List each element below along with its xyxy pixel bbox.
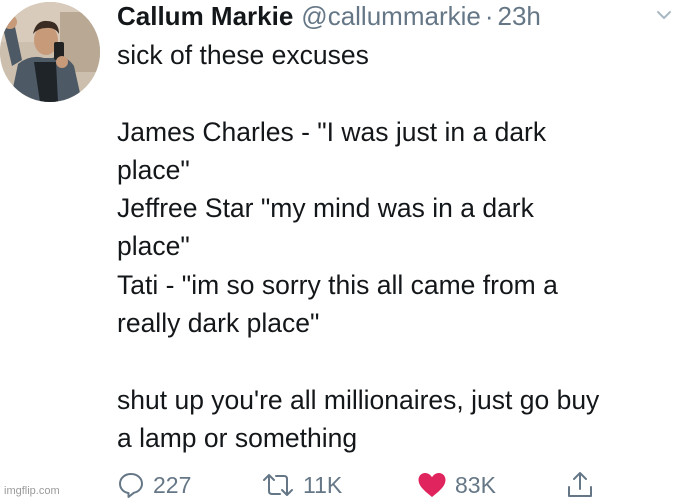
heart-icon <box>417 471 447 499</box>
tweet-line: sick of these excuses <box>117 40 369 70</box>
reply-button[interactable]: 227 <box>117 470 191 500</box>
user-handle[interactable]: @callummarkie <box>301 0 481 32</box>
chevron-down-icon[interactable] <box>656 8 672 20</box>
tweet-line: Tati - "im so sorry this all came from a <box>117 269 558 300</box>
retweet-icon <box>261 471 295 499</box>
tweet-header: Callum Markie @callummarkie · 23h <box>117 0 541 32</box>
reply-icon <box>117 471 145 499</box>
like-count: 83K <box>455 471 496 498</box>
tweet-line: James Charles - "I was just in a dark <box>117 116 547 147</box>
tweet-line: place" <box>117 154 190 185</box>
tweet-line: really dark place" <box>117 308 320 339</box>
share-button[interactable] <box>565 470 595 500</box>
tweet-line: a lamp or something <box>117 422 358 453</box>
retweet-button[interactable]: 11K <box>261 470 342 500</box>
tweet-card: Callum Markie @callummarkie · 23h sick o… <box>0 0 677 502</box>
avatar[interactable] <box>0 2 100 102</box>
tweet-line: Jeffree Star "my mind was in a dark <box>117 193 534 224</box>
share-icon <box>565 470 595 500</box>
avatar-photo <box>0 2 100 102</box>
separator-dot: · <box>484 1 494 31</box>
like-button[interactable]: 83K <box>417 470 496 500</box>
tweet-line: place" <box>117 231 190 262</box>
retweet-count: 11K <box>303 471 343 498</box>
display-name[interactable]: Callum Markie <box>117 0 293 32</box>
watermark: imgflip.com <box>4 485 60 497</box>
timestamp[interactable]: 23h <box>498 0 541 32</box>
tweet-text: sick of these excuses James Charles - "I… <box>117 36 673 457</box>
tweet-actions: 227 11K 83K <box>117 470 677 502</box>
tweet-line: shut up you're all millionaires, just go… <box>117 384 600 415</box>
reply-count: 227 <box>153 471 192 498</box>
